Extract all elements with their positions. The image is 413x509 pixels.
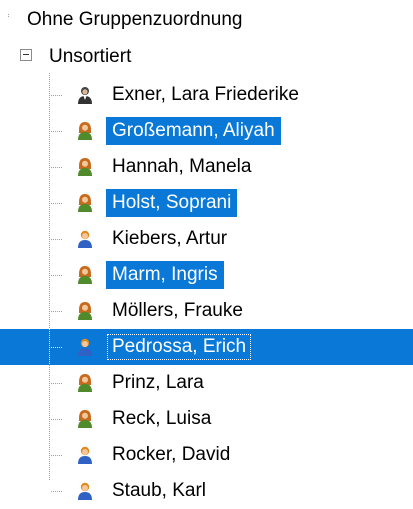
person-dark-icon bbox=[75, 85, 95, 105]
tree-item[interactable]: Möllers, Frauke bbox=[0, 293, 413, 329]
tree-item-label: Prinz, Lara bbox=[112, 372, 204, 393]
tree-group-unsortiert[interactable]: Unsortiert bbox=[0, 42, 413, 72]
tree-item[interactable]: Hannah, Manela bbox=[0, 149, 413, 185]
tree-branch-line bbox=[51, 491, 63, 492]
tree-item-label: Rocker, David bbox=[112, 444, 231, 465]
tree-branch-line bbox=[51, 275, 63, 276]
tree-item-label: Großemann, Aliyah bbox=[106, 117, 281, 145]
collapse-icon[interactable] bbox=[20, 49, 32, 61]
tree-branch-line bbox=[51, 383, 63, 384]
tree-item[interactable]: Reck, Luisa bbox=[0, 401, 413, 437]
tree-item-label: Möllers, Frauke bbox=[112, 300, 243, 321]
person-female-icon bbox=[75, 157, 95, 177]
tree-item-label: Kiebers, Artur bbox=[112, 228, 228, 249]
tree-branch-line bbox=[51, 167, 63, 168]
tree-branch-line bbox=[51, 131, 63, 132]
tree-item[interactable]: Rocker, David bbox=[0, 437, 413, 473]
tree-item[interactable]: Prinz, Lara bbox=[0, 365, 413, 401]
tree-item-label: Hannah, Manela bbox=[112, 156, 252, 177]
tree-branch-line bbox=[51, 203, 63, 204]
person-male-icon bbox=[75, 337, 95, 357]
person-male-icon bbox=[75, 445, 95, 465]
person-female-icon bbox=[75, 373, 95, 393]
person-male-icon bbox=[75, 481, 95, 501]
tree-item-label: Staub, Karl bbox=[112, 480, 206, 501]
person-female-icon bbox=[75, 265, 95, 285]
tree-item[interactable]: Kiebers, Artur bbox=[0, 221, 413, 257]
tree-branch-line bbox=[51, 347, 63, 348]
person-male-icon bbox=[75, 229, 95, 249]
tree-group-label: Unsortiert bbox=[49, 46, 132, 67]
person-female-icon bbox=[75, 121, 95, 141]
root-dot bbox=[8, 14, 9, 17]
tree-item[interactable]: Exner, Lara Friederike bbox=[0, 77, 413, 113]
tree-item[interactable]: Pedrossa, Erich bbox=[0, 329, 413, 365]
person-female-icon bbox=[75, 193, 95, 213]
tree-item[interactable]: Marm, Ingris bbox=[0, 257, 413, 293]
tree-item-label: Holst, Soprani bbox=[106, 189, 238, 217]
tree-items: Exner, Lara Friederike Großemann, Aliyah H… bbox=[0, 77, 413, 509]
tree-branch-line bbox=[51, 419, 63, 420]
tree-connector-line bbox=[49, 329, 50, 365]
person-female-icon bbox=[75, 301, 95, 321]
tree-item-label: Exner, Lara Friederike bbox=[112, 84, 299, 105]
tree-branch-line bbox=[51, 95, 63, 96]
tree-item-label: Marm, Ingris bbox=[106, 261, 224, 289]
tree-root-ohne-gruppenzuordnung[interactable]: Ohne Gruppenzuordnung bbox=[27, 6, 243, 34]
tree-item[interactable]: Staub, Karl bbox=[0, 473, 413, 509]
tree-root-label: Ohne Gruppenzuordnung bbox=[27, 9, 243, 30]
tree-branch-line bbox=[51, 455, 63, 456]
person-female-icon bbox=[75, 409, 95, 429]
tree-item-label: Pedrossa, Erich bbox=[106, 333, 253, 361]
tree-item[interactable]: Großemann, Aliyah bbox=[0, 113, 413, 149]
tree-item[interactable]: Holst, Soprani bbox=[0, 185, 413, 221]
tree-branch-line bbox=[51, 311, 63, 312]
tree-item-label: Reck, Luisa bbox=[112, 408, 212, 429]
tree-branch-line bbox=[51, 239, 63, 240]
